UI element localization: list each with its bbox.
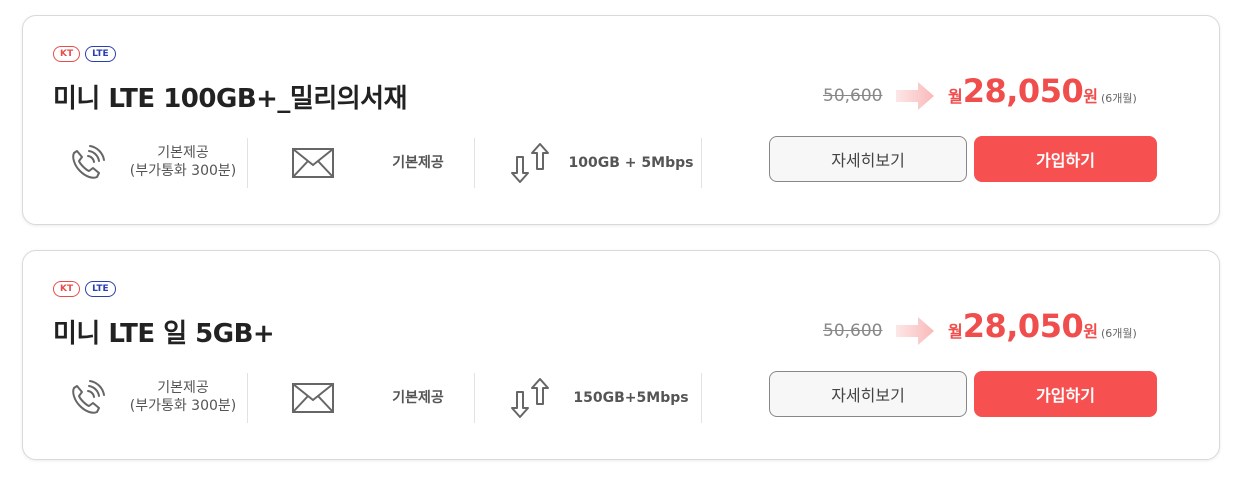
plan-title: 미니 LTE 100GB+_밀리의서재: [53, 84, 408, 114]
data-text: 100GB + 5Mbps: [568, 155, 694, 171]
price-period: (6개월): [1100, 92, 1137, 105]
voice-feature: 기본제공 (부가통화 300분): [61, 373, 251, 423]
discount-price: 월28,050원 (6개월): [948, 307, 1137, 345]
divider: [474, 373, 475, 423]
divider: [247, 373, 248, 423]
phone-ringing-icon: [61, 373, 111, 423]
plan-card: KT LTE 미니 LTE 100GB+_밀리의서재 기본제공 (부가통화 30…: [22, 15, 1220, 225]
envelope-icon: [288, 138, 338, 188]
network-badge: LTE: [85, 281, 116, 297]
voice-sub: (부가통화 300분): [129, 398, 237, 414]
discount-price: 월28,050원 (6개월): [948, 72, 1137, 110]
join-button[interactable]: 가입하기: [974, 136, 1157, 182]
voice-feature: 기본제공 (부가통화 300분): [61, 138, 251, 188]
envelope-icon: [288, 373, 338, 423]
sms-text: 기본제공: [392, 155, 444, 171]
voice-text: 기본제공 (부가통화 300분): [113, 144, 253, 180]
divider: [701, 138, 702, 188]
plan-card: KT LTE 미니 LTE 일 5GB+ 기본제공 (부가통화 300분) 기본: [22, 250, 1220, 460]
price-prefix: 월: [948, 322, 963, 341]
detail-button[interactable]: 자세히보기: [769, 136, 967, 182]
carrier-badge: KT: [53, 46, 81, 62]
data-feature: 100GB + 5Mbps: [506, 138, 706, 188]
sms-text: 기본제공: [392, 390, 444, 406]
voice-sub: (부가통화 300분): [129, 163, 237, 179]
network-badge: LTE: [85, 46, 116, 62]
divider: [247, 138, 248, 188]
voice-text: 기본제공 (부가통화 300분): [113, 379, 253, 415]
original-price: 50,600: [823, 86, 883, 106]
price-prefix: 월: [948, 87, 963, 106]
price-period: (6개월): [1100, 327, 1137, 340]
data-text: 150GB+5Mbps: [573, 390, 689, 406]
original-price: 50,600: [823, 321, 883, 341]
right-arrow-icon: [896, 315, 936, 347]
price-value: 28,050: [962, 307, 1084, 345]
voice-main: 기본제공: [157, 145, 209, 161]
sms-feature: 기본제공: [288, 138, 478, 188]
plan-badges: KT LTE: [53, 281, 116, 297]
up-down-arrows-icon: [506, 138, 556, 188]
price-suffix: 원: [1083, 87, 1098, 106]
voice-main: 기본제공: [157, 380, 209, 396]
right-arrow-icon: [896, 80, 936, 112]
detail-button[interactable]: 자세히보기: [769, 371, 967, 417]
divider: [474, 138, 475, 188]
price-suffix: 원: [1083, 322, 1098, 341]
plan-title: 미니 LTE 일 5GB+: [53, 319, 275, 349]
phone-ringing-icon: [61, 138, 111, 188]
plan-badges: KT LTE: [53, 46, 116, 62]
price-value: 28,050: [962, 72, 1084, 110]
data-feature: 150GB+5Mbps: [506, 373, 706, 423]
sms-feature: 기본제공: [288, 373, 478, 423]
carrier-badge: KT: [53, 281, 81, 297]
join-button[interactable]: 가입하기: [974, 371, 1157, 417]
up-down-arrows-icon: [506, 373, 556, 423]
divider: [701, 373, 702, 423]
